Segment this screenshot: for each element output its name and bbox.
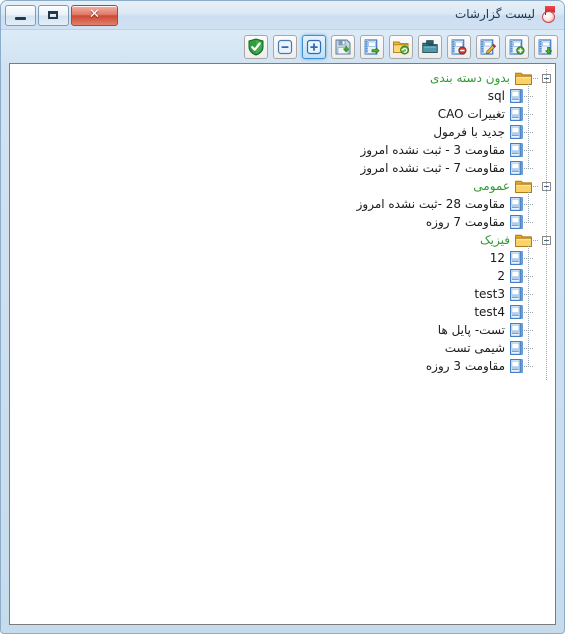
tree-item-label: sql <box>487 89 505 103</box>
tree-item-label: مقاومت 3 - ثبت نشده امروز <box>360 143 505 157</box>
edit-report-button[interactable] <box>476 34 500 59</box>
report-icon <box>510 215 523 229</box>
close-button[interactable]: ✕ <box>71 5 118 26</box>
minimize-icon <box>15 17 26 20</box>
folder-green-refresh-icon <box>393 41 410 54</box>
main-toolbar <box>1 30 564 63</box>
green-shield-check-icon <box>248 37 264 56</box>
tree-group-label: فیزیک <box>479 233 510 247</box>
tree-item-label: تست- پایل ها <box>437 323 505 337</box>
tree-connector <box>533 239 539 241</box>
report-icon <box>510 287 523 301</box>
tree-item-row[interactable]: جدید با فرمول <box>10 123 551 141</box>
blue-plus-icon <box>306 39 322 54</box>
report-icon <box>510 89 523 103</box>
tree-connector <box>533 77 539 79</box>
blue-minus-icon <box>277 39 293 54</box>
minimize-button[interactable] <box>5 5 36 26</box>
tree-connector <box>533 185 539 187</box>
tree-group-row[interactable]: بدون دسته بندی <box>10 69 551 87</box>
tree-item-label: مقاومت 3 روزه <box>425 359 505 373</box>
close-icon: ✕ <box>89 7 100 22</box>
tree-item-row[interactable]: تغییرات CAO <box>10 105 551 123</box>
report-green-arrow-icon <box>364 38 380 55</box>
report-icon <box>510 323 523 337</box>
tree-item-label: جدید با فرمول <box>433 125 505 139</box>
report-icon <box>510 107 523 121</box>
folder-icon <box>515 233 532 247</box>
approve-button[interactable] <box>244 34 268 59</box>
save-button[interactable] <box>331 34 355 59</box>
add-report-button[interactable] <box>505 34 529 59</box>
teal-box-icon <box>422 39 438 53</box>
report-icon <box>510 305 523 319</box>
expand-all-button[interactable] <box>302 34 326 59</box>
report-icon <box>510 251 523 265</box>
tree-group-row[interactable]: عمومی <box>10 177 551 195</box>
reports-list-window: لیست گزارشات ✕ بدون دسته بندی sql تغییرا… <box>0 0 565 634</box>
report-green-down-arrow-icon <box>538 38 553 55</box>
tree-item-label: مقاومت 7 - ثبت نشده امروز <box>360 161 505 175</box>
tree-item-row[interactable]: sql <box>10 87 551 105</box>
report-stamp-icon <box>540 6 556 23</box>
tree-item-row[interactable]: مقاومت 7 - ثبت نشده امروز <box>10 159 551 177</box>
report-icon <box>510 359 523 373</box>
folder-icon <box>515 71 532 85</box>
tree-item-row[interactable]: test4 <box>10 303 551 321</box>
tree-item-row[interactable]: 12 <box>10 249 551 267</box>
tree-group-label: عمومی <box>473 179 510 193</box>
report-pencil-edit-icon <box>480 38 497 55</box>
report-icon <box>510 197 523 211</box>
tree-group-row[interactable]: فیزیک <box>10 231 551 249</box>
report-icon <box>510 269 523 283</box>
archive-button[interactable] <box>418 34 442 59</box>
tree-item-label: test4 <box>474 305 505 319</box>
tree-item-label: شیمی تست <box>444 341 505 355</box>
window-title: لیست گزارشات <box>454 7 535 21</box>
maximize-button[interactable] <box>38 5 69 26</box>
tree-item-label: test3 <box>474 287 505 301</box>
tree-guide-line <box>528 246 529 366</box>
report-icon <box>510 125 523 139</box>
tree-item-row[interactable]: تست- پایل ها <box>10 321 551 339</box>
report-icon <box>510 161 523 175</box>
titlebar-identity: لیست گزارشات <box>455 5 556 23</box>
window-controls: ✕ <box>1 1 118 26</box>
tree-guide-line <box>546 69 547 380</box>
folder-icon <box>515 179 532 193</box>
tree-guide-line <box>528 84 529 168</box>
reports-tree-panel[interactable]: بدون دسته بندی sql تغییرات CAO جدید با ف… <box>9 63 556 625</box>
import-report-button[interactable] <box>534 34 558 59</box>
reports-tree: بدون دسته بندی sql تغییرات CAO جدید با ف… <box>10 64 555 375</box>
tree-item-row[interactable]: مقاومت 28 -ثبت نشده امروز <box>10 195 551 213</box>
tree-item-row[interactable]: مقاومت 3 - ثبت نشده امروز <box>10 141 551 159</box>
report-green-plus-icon <box>509 38 525 55</box>
content-area: بدون دسته بندی sql تغییرات CAO جدید با ف… <box>1 63 564 633</box>
tree-item-row[interactable]: مقاومت 3 روزه <box>10 357 551 375</box>
tree-item-row[interactable]: test3 <box>10 285 551 303</box>
maximize-icon <box>48 11 58 19</box>
report-red-minus-icon <box>451 38 467 55</box>
report-icon <box>510 143 523 157</box>
refresh-folder-button[interactable] <box>389 34 413 59</box>
collapse-all-button[interactable] <box>273 34 297 59</box>
tree-group-label: بدون دسته بندی <box>430 71 510 85</box>
window-titlebar: لیست گزارشات ✕ <box>1 1 564 30</box>
export-report-button[interactable] <box>360 34 384 59</box>
floppy-disk-save-icon <box>335 39 351 54</box>
delete-report-button[interactable] <box>447 34 471 59</box>
tree-item-row[interactable]: 2 <box>10 267 551 285</box>
tree-item-label: مقاومت 28 -ثبت نشده امروز <box>356 197 505 211</box>
report-icon <box>510 341 523 355</box>
tree-item-label: مقاومت 7 روزه <box>425 215 505 229</box>
tree-item-row[interactable]: شیمی تست <box>10 339 551 357</box>
tree-item-label: 12 <box>489 251 505 265</box>
tree-item-label: تغییرات CAO <box>437 107 505 121</box>
tree-item-row[interactable]: مقاومت 7 روزه <box>10 213 551 231</box>
tree-guide-line <box>528 192 529 222</box>
tree-item-label: 2 <box>497 269 505 283</box>
